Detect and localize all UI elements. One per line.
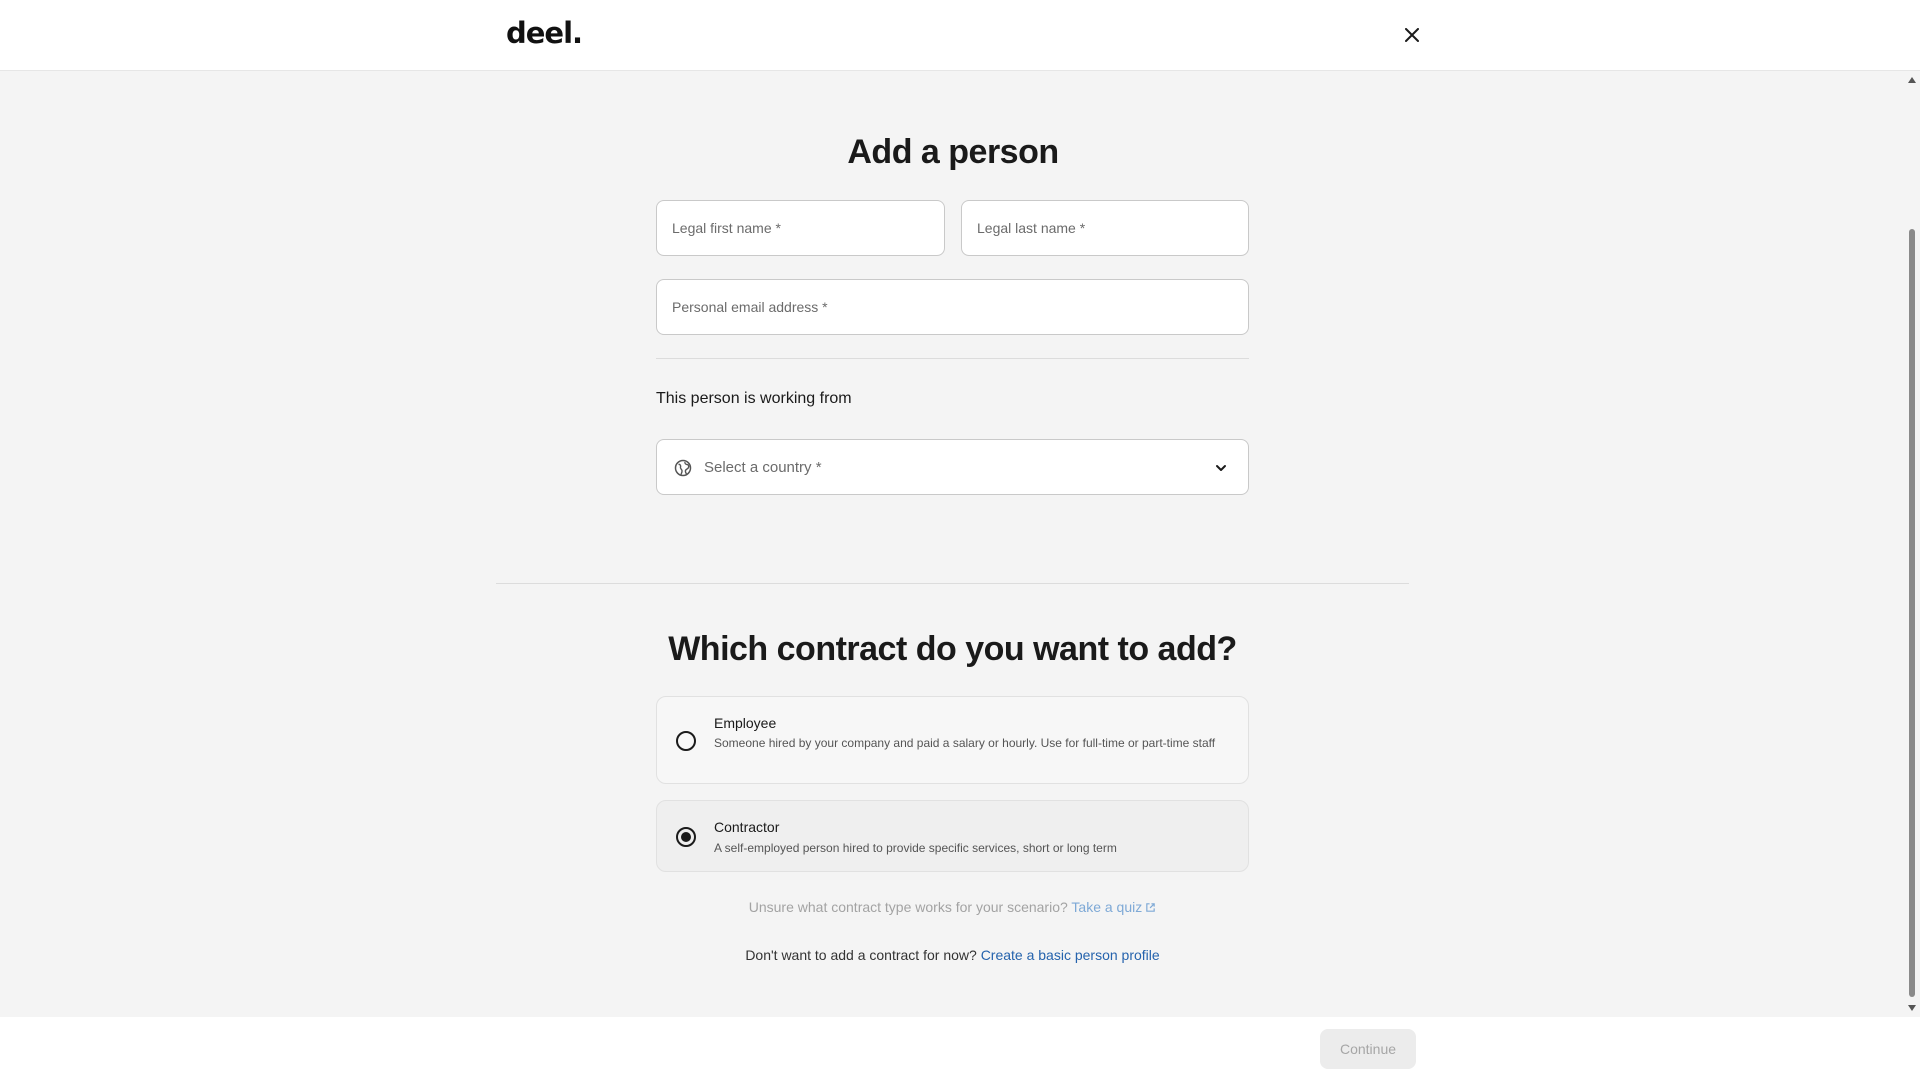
employee-radio[interactable] (676, 731, 696, 751)
create-basic-profile-link[interactable]: Create a basic person profile (981, 947, 1160, 963)
employee-option-title: Employee (714, 715, 777, 731)
close-button[interactable] (1397, 20, 1427, 50)
take-quiz-link-label: Take a quiz (1071, 899, 1143, 915)
scrollbar[interactable] (1904, 71, 1920, 1017)
personal-email-field[interactable]: Personal email address * (656, 279, 1249, 335)
employee-option-description: Someone hired by your company and paid a… (714, 736, 1216, 750)
contract-option-employee[interactable]: Employee Someone hired by your company a… (656, 696, 1249, 784)
contractor-option-title: Contractor (714, 819, 780, 835)
chevron-down-icon (1216, 465, 1226, 471)
continue-button[interactable]: Continue (1320, 1029, 1416, 1069)
contract-option-contractor[interactable]: Contractor A self-employed person hired … (656, 800, 1249, 872)
deel-logo[interactable]: deel. (506, 16, 583, 50)
legal-last-name-field[interactable]: Legal last name * (961, 200, 1249, 256)
basic-profile-hint: Don't want to add a contract for now? Cr… (656, 947, 1249, 963)
legal-first-name-field[interactable]: Legal first name * (656, 200, 945, 256)
section-divider (656, 358, 1249, 359)
legal-first-name-placeholder: Legal first name * (672, 220, 781, 236)
quiz-prompt: Unsure what contract type works for your… (748, 899, 1068, 915)
profile-prompt: Don't want to add a contract for now? (745, 947, 977, 963)
footer-bar: Continue (0, 1017, 1920, 1080)
legal-last-name-placeholder: Legal last name * (977, 220, 1086, 236)
contract-question: Which contract do you want to add? (668, 630, 1237, 668)
scroll-thumb[interactable] (1909, 229, 1915, 997)
close-icon (1405, 28, 1419, 42)
country-select[interactable]: Select a country * (656, 439, 1249, 495)
take-quiz-link[interactable]: Take a quiz (1071, 899, 1156, 915)
radio-selected-dot (681, 832, 691, 842)
country-select-placeholder: Select a country * (704, 459, 822, 476)
personal-email-placeholder: Personal email address * (672, 299, 828, 315)
globe-icon (674, 459, 692, 477)
external-link-icon (1146, 903, 1156, 912)
scroll-up-arrow-icon[interactable] (1908, 77, 1916, 83)
section-divider-wide (496, 583, 1409, 584)
working-from-label: This person is working from (656, 390, 852, 407)
page-title: Add a person (847, 133, 1059, 171)
scroll-down-arrow-icon[interactable] (1908, 1005, 1916, 1011)
contractor-option-description: A self-employed person hired to provide … (714, 841, 1117, 855)
top-bar: deel. (0, 0, 1920, 71)
quiz-hint: Unsure what contract type works for your… (656, 899, 1249, 915)
contractor-radio[interactable] (676, 827, 696, 847)
